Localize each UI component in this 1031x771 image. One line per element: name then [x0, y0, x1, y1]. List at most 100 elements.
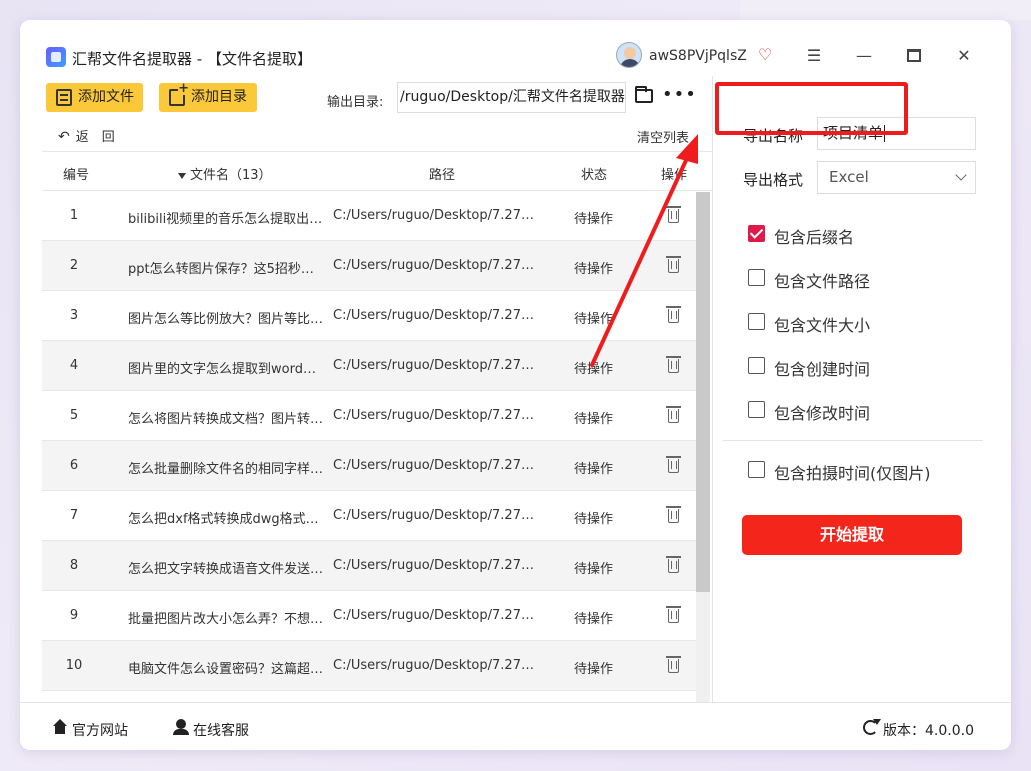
row-number: 3 — [69, 308, 79, 323]
row-filename: 怎么批量删除文件名的相同字样？... — [128, 462, 324, 477]
row-filename: 怎么把dxf格式转换成dwg格式？... — [128, 512, 324, 527]
trash-icon[interactable] — [666, 306, 681, 323]
row-filename: 怎么把文字转换成语音文件发送？... — [128, 562, 324, 577]
close-icon[interactable]: ✕ — [952, 44, 976, 68]
row-status: 待操作 — [574, 562, 614, 577]
header-filename[interactable]: 文件名（13） — [178, 164, 272, 183]
row-filename: 图片怎么等比例放大？图片等比例... — [128, 312, 324, 327]
row-number: 7 — [69, 508, 79, 523]
checkbox-unchecked[interactable] — [748, 269, 765, 286]
online-service-link[interactable]: 在线客服 — [193, 720, 249, 740]
back-arrow-icon: ↶ — [58, 129, 70, 145]
row-path: C:/Users/ruguo/Desktop/7.27/... — [333, 408, 535, 423]
user-avatar[interactable] — [616, 42, 642, 68]
table-row[interactable]: 4 图片里的文字怎么提取到word？5... C:/Users/ruguo/Desk… — [42, 341, 697, 391]
export-format-select[interactable]: Excel — [817, 161, 976, 194]
menu-icon[interactable]: ☰ — [802, 44, 826, 68]
version-label: 版本：4.0.0.0 — [883, 723, 974, 739]
row-path: C:/Users/ruguo/Desktop/7.27/... — [333, 308, 535, 323]
options-divider — [723, 440, 983, 441]
export-format-value: Excel — [829, 168, 869, 186]
option-label: 包含文件大小 — [774, 316, 871, 335]
output-dir-field[interactable]: /ruguo/Desktop/汇帮文件名提取器 — [397, 82, 626, 113]
row-status: 待操作 — [574, 512, 614, 527]
row-path: C:/Users/ruguo/Desktop/7.27/p... — [333, 258, 535, 273]
row-path: C:/Users/ruguo/Desktop/7.27/... — [333, 358, 535, 373]
table-row[interactable]: 1 bilibili视频里的音乐怎么提取出来... C:/Users/ruguo/D… — [42, 191, 697, 241]
trash-icon[interactable] — [666, 606, 681, 623]
clear-list-button[interactable]: 清空列表 — [637, 127, 689, 146]
row-number: 9 — [69, 608, 79, 623]
official-website-link[interactable]: 官方网站 — [72, 720, 128, 740]
option-label: 包含修改时间 — [774, 404, 871, 423]
back-button[interactable]: ↶ 返 回 — [58, 126, 115, 145]
trash-icon[interactable] — [666, 556, 681, 573]
checkbox-unchecked[interactable] — [748, 401, 765, 418]
maximize-icon[interactable] — [902, 44, 926, 68]
start-extract-button[interactable]: 开始提取 — [742, 515, 962, 555]
checkbox-unchecked[interactable] — [748, 461, 765, 478]
vip-diamond-icon[interactable]: ♡ — [758, 47, 776, 63]
table-row[interactable]: 8 怎么把文字转换成语音文件发送？... C:/Users/ruguo/Deskto… — [42, 541, 697, 591]
annotation-highlight-box — [715, 82, 908, 135]
chevron-down-icon — [955, 169, 967, 181]
row-status: 待操作 — [574, 612, 614, 627]
trash-icon[interactable] — [666, 656, 681, 673]
checkbox-unchecked[interactable] — [748, 357, 765, 374]
header-path[interactable]: 路径 — [429, 164, 455, 183]
option-label: 包含拍摄时间(仅图片) — [774, 464, 931, 483]
more-options-icon[interactable]: ••• — [662, 84, 697, 105]
table-row[interactable]: 7 怎么把dxf格式转换成dwg格式？... C:/Users/ruguo/Desk… — [42, 491, 697, 541]
table-scrollbar[interactable] — [696, 192, 710, 702]
row-number: 6 — [69, 458, 79, 473]
scrollbar-thumb[interactable] — [696, 192, 710, 592]
row-status: 待操作 — [574, 662, 614, 677]
table-row[interactable]: 9 批量把图片改大小怎么弄？不想一... C:/Users/ruguo/Deskto… — [42, 591, 697, 641]
table-row[interactable]: 10 电脑文件怎么设置密码？这篇超全... C:/Users/ruguo/Deskt… — [42, 641, 697, 691]
row-status: 待操作 — [574, 212, 614, 227]
trash-icon[interactable] — [666, 456, 681, 473]
row-path: C:/Users/ruguo/Desktop/7.27/... — [333, 458, 535, 473]
add-file-button[interactable]: 添加文件 — [46, 83, 143, 112]
header-status[interactable]: 状态 — [581, 164, 607, 183]
row-filename: 批量把图片改大小怎么弄？不想一... — [128, 612, 324, 627]
row-filename: bilibili视频里的音乐怎么提取出来... — [128, 212, 324, 227]
table-row[interactable]: 3 图片怎么等比例放大？图片等比例... C:/Users/ruguo/Deskto… — [42, 291, 697, 341]
row-filename: 电脑文件怎么设置密码？这篇超全... — [128, 662, 324, 677]
trash-icon[interactable] — [666, 506, 681, 523]
checkbox-unchecked[interactable] — [748, 313, 765, 330]
file-list-panel: 添加文件 添加目录 输出目录: /ruguo/Desktop/汇帮文件名提取器 … — [42, 76, 712, 702]
trash-icon[interactable] — [666, 206, 681, 223]
row-number: 10 — [65, 658, 83, 673]
row-status: 待操作 — [574, 362, 614, 377]
trash-icon[interactable] — [666, 406, 681, 423]
table-row[interactable]: 6 怎么批量删除文件名的相同字样？... C:/Users/ruguo/Deskto… — [42, 441, 697, 491]
trash-icon[interactable] — [666, 256, 681, 273]
option-label: 包含文件路径 — [774, 272, 871, 291]
user-name[interactable]: awS8PVjPqlsZ — [649, 48, 747, 64]
row-filename: 图片里的文字怎么提取到word？5... — [128, 362, 324, 377]
refresh-icon[interactable] — [863, 719, 881, 735]
add-directory-button[interactable]: 添加目录 — [159, 83, 257, 112]
app-logo-icon — [46, 47, 66, 67]
background-band — [740, 0, 1031, 20]
trash-icon[interactable] — [666, 356, 681, 373]
add-directory-label: 添加目录 — [191, 89, 247, 105]
table-row[interactable]: 2 ppt怎么转图片保存？这5招秒变高... C:/Users/ruguo/Desk… — [42, 241, 697, 291]
table-row[interactable]: 5 怎么将图片转换成文档？图片转文... C:/Users/ruguo/Deskto… — [42, 391, 697, 441]
option-label: 包含创建时间 — [774, 360, 871, 379]
output-dir-label: 输出目录: — [327, 95, 384, 110]
header-operation: 操作 — [661, 168, 688, 183]
row-path: C:/Users/ruguo/Desktop/7.27/... — [333, 658, 535, 673]
row-number: 4 — [69, 358, 79, 373]
open-folder-icon[interactable] — [635, 86, 653, 103]
checkbox-checked[interactable] — [748, 225, 765, 242]
row-number: 2 — [69, 258, 79, 273]
row-path: C:/Users/ruguo/Desktop/7.27/b... — [333, 208, 535, 223]
minimize-icon[interactable]: — — [852, 44, 876, 68]
window-title: 汇帮文件名提取器 - 【文件名提取】 — [72, 50, 312, 68]
row-status: 待操作 — [574, 312, 614, 327]
add-file-label: 添加文件 — [78, 89, 134, 105]
file-table-body: 1 bilibili视频里的音乐怎么提取出来... C:/Users/ruguo/D… — [42, 191, 697, 691]
header-no[interactable]: 编号 — [63, 164, 89, 183]
